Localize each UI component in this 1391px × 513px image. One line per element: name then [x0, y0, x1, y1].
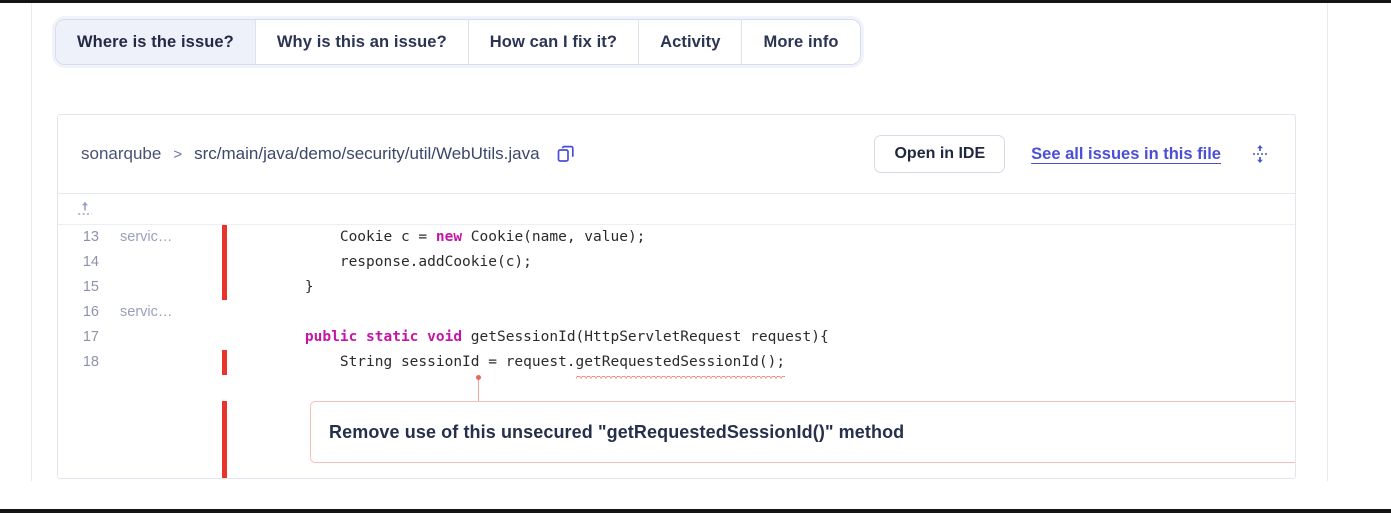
issue-tabs: Where is the issue? Why is this an issue… — [55, 19, 861, 65]
code-text: public static void getSessionId(HttpServ… — [304, 329, 829, 345]
issue-connector-line — [476, 375, 481, 403]
issue-detail-screen: Where is the issue? Why is this an issue… — [0, 0, 1391, 513]
issue-underline[interactable]: getRequestedSessionId(); — [575, 350, 785, 379]
page-frame-right-divider — [1327, 3, 1328, 481]
scm-author[interactable]: servic… — [99, 225, 209, 250]
code-text: response.addCookie(c); — [270, 254, 532, 270]
code-line: 17 public static void getSessionId(HttpS… — [58, 325, 1295, 350]
line-number: 18 — [82, 354, 99, 370]
expand-vertical-icon[interactable] — [1247, 141, 1273, 167]
tab-how-can-i-fix-it[interactable]: How can I fix it? — [468, 20, 640, 64]
code-text: Cookie c = new Cookie(name, value); — [270, 229, 646, 245]
line-number: 15 — [82, 279, 99, 295]
line-number: 14 — [82, 254, 99, 270]
breadcrumb-file-path: src/main/java/demo/security/util/WebUtil… — [194, 144, 540, 163]
breadcrumb: sonarqube > src/main/java/demo/security/… — [81, 144, 576, 164]
code-text: } — [270, 279, 314, 295]
open-in-ide-button[interactable]: Open in IDE — [874, 135, 1006, 173]
code-snippet-card: sonarqube > src/main/java/demo/security/… — [57, 114, 1296, 479]
code-card-actions: Open in IDE See all issues in this file — [874, 135, 1273, 173]
code-line: 16 servic… — [58, 300, 1295, 325]
issue-message-text: Remove use of this unsecured "getRequest… — [329, 421, 905, 442]
line-number: 13 — [82, 229, 99, 245]
tab-activity[interactable]: Activity — [639, 20, 743, 64]
line-number: 17 — [82, 329, 99, 345]
code-line: 14 response.addCookie(c); — [58, 250, 1295, 275]
expand-up-icon[interactable] — [75, 199, 95, 219]
page-frame-left-divider — [31, 3, 32, 481]
tab-more-info[interactable]: More info — [742, 20, 860, 64]
breadcrumb-project[interactable]: sonarqube — [81, 144, 161, 164]
copy-icon[interactable] — [556, 144, 576, 164]
code-body: 13 servic… Cookie c = new Cookie(name, v… — [58, 225, 1295, 478]
expand-up-row — [58, 194, 1295, 225]
breadcrumb-separator-icon: > — [173, 145, 183, 163]
code-text: String sessionId = request.getRequestedS… — [227, 350, 1295, 379]
tab-where-is-the-issue[interactable]: Where is the issue? — [56, 20, 256, 64]
scm-author[interactable]: servic… — [99, 300, 209, 325]
see-all-issues-link[interactable]: See all issues in this file — [1031, 145, 1221, 164]
code-line: 18 String sessionId = request.getRequest… — [58, 350, 1295, 379]
coverage-bar — [222, 300, 227, 325]
coverage-bar-tail — [222, 401, 227, 478]
code-line: 13 servic… Cookie c = new Cookie(name, v… — [58, 225, 1295, 250]
code-card-header: sonarqube > src/main/java/demo/security/… — [58, 115, 1295, 194]
line-number: 16 — [82, 304, 99, 320]
issue-message-box[interactable]: Remove use of this unsecured "getRequest… — [310, 401, 1295, 463]
code-line: 15 } — [58, 275, 1295, 300]
tab-why-is-this-an-issue[interactable]: Why is this an issue? — [255, 20, 469, 64]
